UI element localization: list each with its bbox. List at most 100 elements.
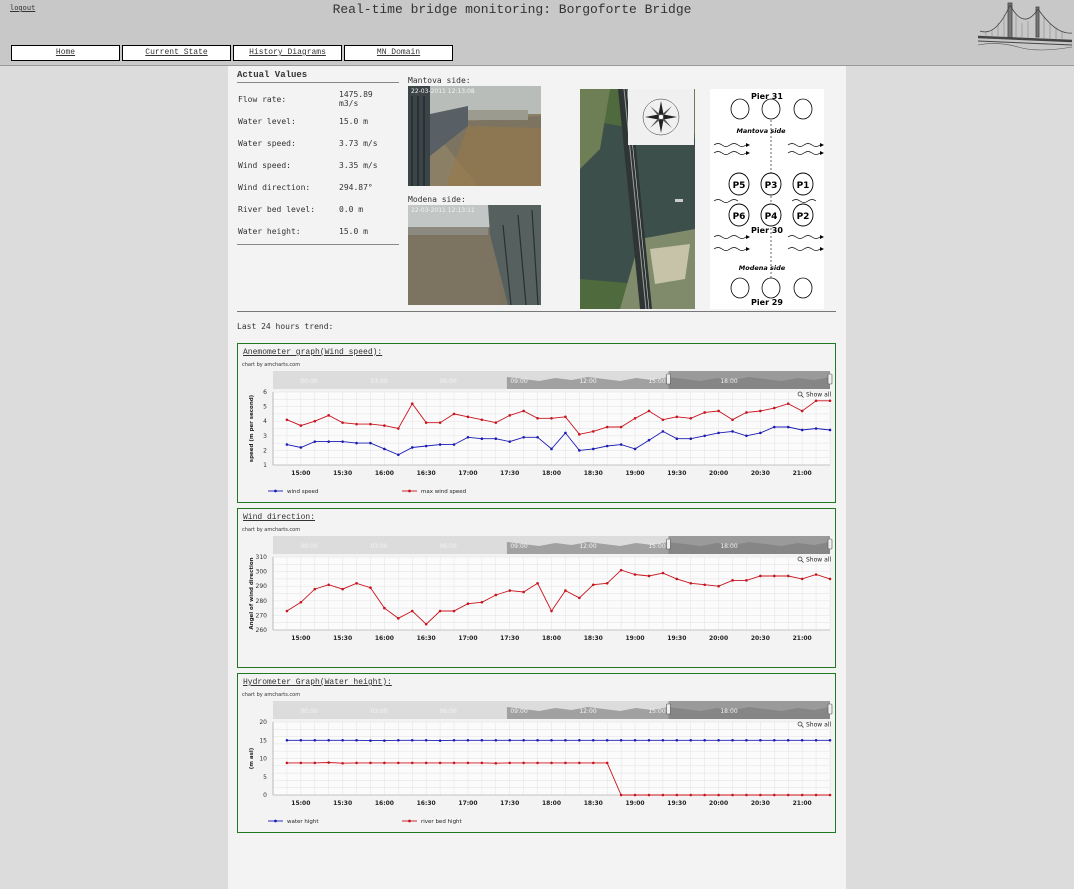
data-point[interactable] <box>466 738 470 742</box>
data-point[interactable] <box>661 418 665 422</box>
data-point[interactable] <box>633 416 637 420</box>
nav-current-state-button[interactable]: Current State <box>122 45 231 61</box>
data-point[interactable] <box>633 738 637 742</box>
data-point[interactable] <box>731 430 734 433</box>
data-point[interactable] <box>466 415 470 419</box>
data-point[interactable] <box>522 738 525 742</box>
data-point[interactable] <box>508 738 512 742</box>
data-point[interactable] <box>717 431 720 435</box>
data-point[interactable] <box>745 411 748 414</box>
data-point[interactable] <box>424 444 428 448</box>
data-point[interactable] <box>383 606 386 610</box>
data-point[interactable] <box>410 761 414 765</box>
data-point[interactable] <box>605 738 609 742</box>
data-point[interactable] <box>341 738 344 742</box>
data-point[interactable] <box>605 444 609 448</box>
data-point[interactable] <box>494 761 498 765</box>
data-point[interactable] <box>745 434 748 438</box>
data-point[interactable] <box>703 738 706 742</box>
nav-history-diagrams-button[interactable]: History Diagrams <box>233 45 342 61</box>
data-point[interactable] <box>786 738 790 742</box>
data-point[interactable] <box>522 761 525 765</box>
data-point[interactable] <box>480 600 484 604</box>
data-point[interactable] <box>383 447 386 451</box>
data-point[interactable] <box>786 574 790 578</box>
data-point[interactable] <box>285 443 289 446</box>
data-point[interactable] <box>647 574 651 578</box>
data-point[interactable] <box>605 581 609 585</box>
data-point[interactable] <box>619 793 623 797</box>
data-point[interactable] <box>550 447 553 451</box>
data-point[interactable] <box>424 421 428 424</box>
data-point[interactable] <box>397 738 400 742</box>
data-point[interactable] <box>438 443 442 446</box>
data-point[interactable] <box>536 738 539 742</box>
data-point[interactable] <box>814 573 818 576</box>
data-point[interactable] <box>828 738 832 742</box>
data-point[interactable] <box>731 793 734 797</box>
data-point[interactable] <box>466 435 470 439</box>
data-point[interactable] <box>828 577 832 581</box>
data-point[interactable] <box>814 738 818 742</box>
data-point[interactable] <box>591 738 595 742</box>
data-point[interactable] <box>828 428 832 432</box>
data-point[interactable] <box>786 793 790 797</box>
data-point[interactable] <box>466 761 470 765</box>
data-point[interactable] <box>814 793 818 797</box>
data-point[interactable] <box>578 738 581 742</box>
legend-label[interactable]: river bed hight <box>421 819 463 825</box>
data-point[interactable] <box>480 418 484 422</box>
data-point[interactable] <box>341 761 344 765</box>
data-point[interactable] <box>619 568 623 572</box>
data-point[interactable] <box>438 609 442 613</box>
data-point[interactable] <box>383 739 386 742</box>
data-point[interactable] <box>536 416 539 420</box>
data-point[interactable] <box>675 577 679 581</box>
data-point[interactable] <box>717 409 720 413</box>
data-point[interactable] <box>452 738 456 742</box>
data-point[interactable] <box>494 421 498 424</box>
data-point[interactable] <box>703 793 706 797</box>
data-point[interactable] <box>550 609 553 613</box>
data-point[interactable] <box>341 440 344 443</box>
data-point[interactable] <box>355 761 358 765</box>
data-point[interactable] <box>800 577 804 581</box>
data-point[interactable] <box>327 761 330 764</box>
data-point[interactable] <box>480 437 484 441</box>
data-point[interactable] <box>564 589 567 592</box>
data-point[interactable] <box>550 416 553 420</box>
data-point[interactable] <box>745 793 748 797</box>
data-point[interactable] <box>800 738 804 742</box>
data-point[interactable] <box>341 587 344 591</box>
show-all-label[interactable]: Show all <box>806 557 831 564</box>
data-point[interactable] <box>508 440 512 443</box>
data-point[interactable] <box>703 434 706 438</box>
data-point[interactable] <box>605 761 609 765</box>
data-point[interactable] <box>466 602 470 606</box>
data-point[interactable] <box>675 793 679 797</box>
scroller-right-handle[interactable] <box>827 703 833 715</box>
data-point[interactable] <box>494 738 498 742</box>
data-point[interactable] <box>814 427 818 430</box>
data-point[interactable] <box>689 738 693 742</box>
data-point[interactable] <box>355 581 358 585</box>
data-point[interactable] <box>661 571 665 575</box>
data-point[interactable] <box>731 418 734 422</box>
data-point[interactable] <box>786 402 790 405</box>
data-point[interactable] <box>313 419 317 423</box>
data-point[interactable] <box>745 738 748 742</box>
data-point[interactable] <box>647 738 651 742</box>
data-point[interactable] <box>355 738 358 742</box>
legend-label[interactable]: max wind speed <box>421 489 466 495</box>
data-point[interactable] <box>689 416 693 420</box>
data-point[interactable] <box>647 438 651 442</box>
data-point[interactable] <box>633 447 637 451</box>
data-point[interactable] <box>369 761 372 765</box>
data-point[interactable] <box>299 424 303 427</box>
data-point[interactable] <box>480 738 484 742</box>
nav-mn-domain-button[interactable]: MN Domain <box>344 45 453 61</box>
data-point[interactable] <box>800 428 804 432</box>
data-point[interactable] <box>424 738 428 742</box>
data-point[interactable] <box>480 761 484 765</box>
data-point[interactable] <box>508 589 512 592</box>
